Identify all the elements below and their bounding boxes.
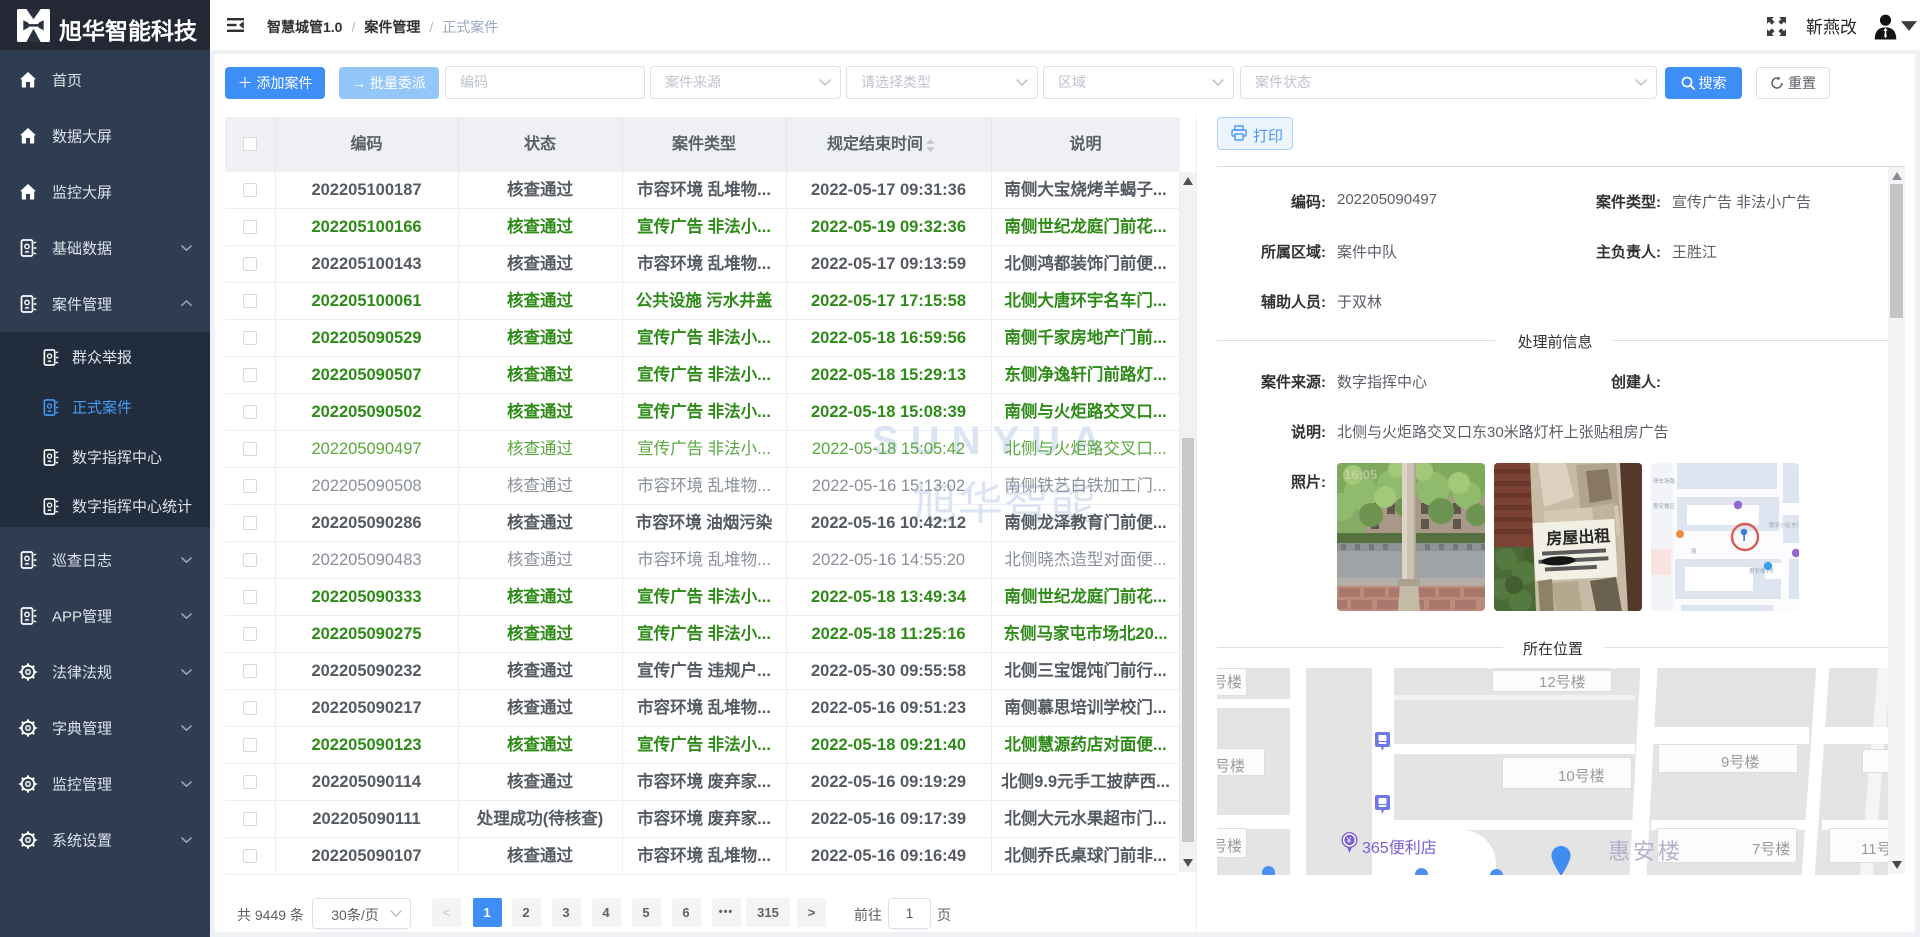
svg-text:停车场路: 停车场路 bbox=[1653, 477, 1676, 485]
svg-text:惠安小区东门: 惠安小区东门 bbox=[1769, 521, 1799, 529]
svg-text:路: 路 bbox=[1691, 547, 1697, 555]
svg-text:16:05: 16:05 bbox=[1344, 467, 1377, 482]
svg-text:惠安楼区: 惠安楼区 bbox=[1653, 502, 1676, 510]
svg-text:¥: ¥ bbox=[1346, 836, 1352, 845]
